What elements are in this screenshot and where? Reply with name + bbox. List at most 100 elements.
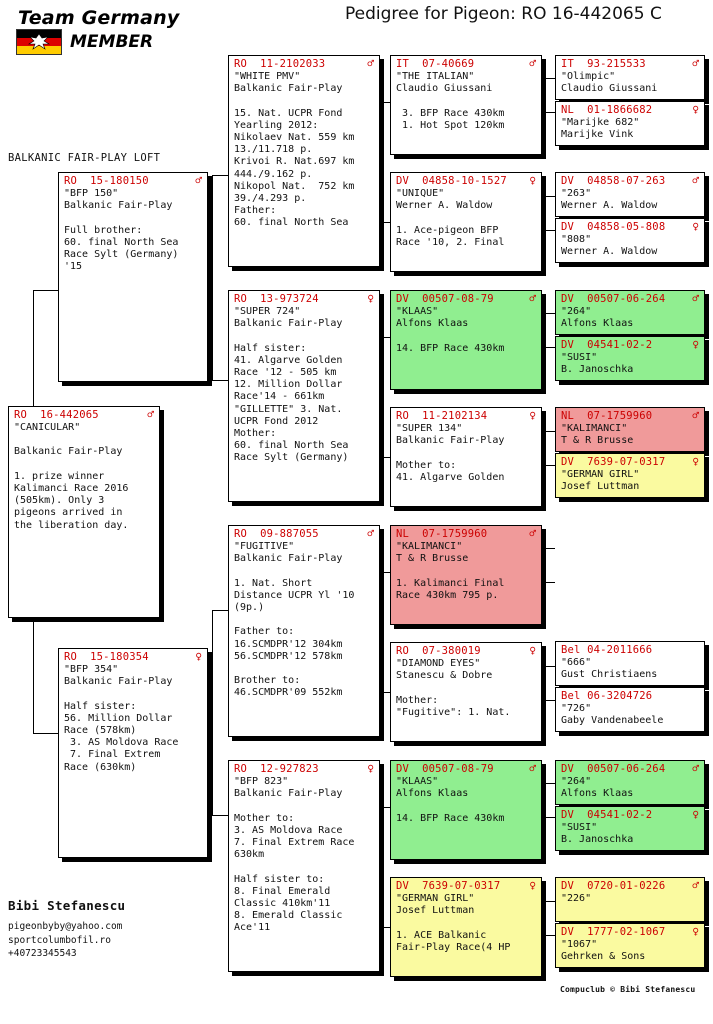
pigeon-details: "264" Alfons Klaas	[561, 306, 634, 330]
connector	[543, 548, 544, 582]
pedigree-box-ggp3[interactable]: DV 00507-08-79 ♂ "KLAAS" Alfons Klaas 14…	[390, 290, 542, 390]
team-germany-logo: Team Germany MEMBER	[10, 8, 270, 55]
eagle-icon	[27, 33, 51, 50]
german-flag-icon	[16, 29, 62, 55]
connector	[33, 290, 58, 291]
pigeon-id: IT 93-215533	[561, 58, 646, 70]
pigeon-id: RO 13-973724	[234, 293, 319, 305]
pedigree-box-gggp11[interactable]: DV 00507-06-264 ♂ "264" Alfons Klaas	[555, 760, 705, 805]
pigeon-details: "BFP 354" Balkanic Fair-Play Half sister…	[64, 664, 179, 773]
sex-symbol-female: ♀	[529, 409, 536, 422]
pedigree-box-gggp9[interactable]: Bel 04-2011666 "666" Gust Christiaens	[555, 641, 705, 686]
pigeon-id: DV 7639-07-0317	[396, 880, 501, 892]
pedigree-box-gggp6[interactable]: DV 04541-02-2 ♀ "SUSI" B. Janoschka	[555, 336, 705, 381]
pigeon-details: "726" Gaby Vandenabeele	[561, 703, 664, 727]
pedigree-box-subject[interactable]: RO 16-442065 ♂ "CANICULAR" Balkanic Fair…	[8, 406, 160, 618]
pigeon-id: DV 04858-05-808	[561, 221, 666, 233]
sex-symbol-male: ♂	[367, 527, 374, 540]
pigeon-id: Bel 04-2011666	[561, 644, 653, 656]
pedigree-box-gggp4[interactable]: DV 04858-05-808 ♀ "808" Werner A. Waldow	[555, 218, 705, 263]
pigeon-details: "GERMAN GIRL" Josef Luttman	[561, 469, 640, 493]
connector	[33, 733, 58, 734]
pedigree-box-gggp10[interactable]: Bel 06-3204726 "726" Gaby Vandenabeele	[555, 687, 705, 732]
sex-symbol-male: ♂	[692, 762, 699, 775]
connector	[543, 431, 555, 432]
pigeon-details: "KALIMANCI" T & R Brusse	[561, 423, 634, 447]
pedigree-box-gggp14[interactable]: DV 1777-02-1067 ♀ "1067" Gehrken & Sons	[555, 923, 705, 968]
sex-symbol-female: ♀	[195, 650, 202, 663]
pedigree-box-gggp7[interactable]: NL 07-1759960 ♂ "KALIMANCI" T & R Brusse	[555, 407, 705, 452]
pedigree-box-gggp12[interactable]: DV 04541-02-2 ♀ "SUSI" B. Janoschka	[555, 806, 705, 851]
pigeon-id: RO 16-442065	[14, 409, 99, 421]
pigeon-id: DV 0720-01-0226	[561, 880, 666, 892]
pedigree-box-sire[interactable]: RO 15-180150 ♂ "BFP 150" Balkanic Fair-P…	[58, 172, 208, 382]
pedigree-box-ggp7[interactable]: DV 00507-08-79 ♂ "KLAAS" Alfons Klaas 14…	[390, 760, 542, 860]
pigeon-details: "264" Alfons Klaas	[561, 776, 634, 800]
pedigree-box-dam[interactable]: RO 15-180354 ♀ "BFP 354" Balkanic Fair-P…	[58, 648, 208, 858]
pedigree-box-gp3[interactable]: RO 09-887055 ♂ "FUGITIVE" Balkanic Fair-…	[228, 525, 380, 737]
sex-symbol-male: ♂	[692, 409, 699, 422]
pedigree-box-gggp3[interactable]: DV 04858-07-263 ♂ "263" Werner A. Waldow	[555, 172, 705, 217]
logo-member-text: MEMBER	[70, 32, 154, 52]
pedigree-box-ggp6[interactable]: RO 07-380019 ♀ "DIAMOND EYES" Stanescu &…	[390, 642, 542, 742]
sex-symbol-female: ♀	[692, 455, 699, 468]
pedigree-box-gggp8[interactable]: DV 7639-07-0317 ♀ "GERMAN GIRL" Josef Lu…	[555, 453, 705, 498]
pigeon-details: "KALIMANCI" T & R Brusse 1. Kalimanci Fi…	[396, 541, 505, 601]
sex-symbol-female: ♀	[367, 292, 374, 305]
pigeon-details: "WHITE PMV" Balkanic Fair-Play 15. Nat. …	[234, 71, 355, 229]
pigeon-id: RO 12-927823	[234, 763, 319, 775]
pedigree-box-gggp2[interactable]: NL 01-1866682 ♀ "Marijke 682" Marijke Vi…	[555, 101, 705, 146]
connector	[543, 313, 544, 347]
pedigree-box-gp2[interactable]: RO 13-973724 ♀ "SUPER 724" Balkanic Fair…	[228, 290, 380, 502]
connector	[543, 431, 544, 465]
pedigree-box-gp1[interactable]: RO 11-2102033 ♂ "WHITE PMV" Balkanic Fai…	[228, 55, 380, 267]
pigeon-id: IT 07-40669	[396, 58, 475, 70]
pigeon-id: DV 1777-02-1067	[561, 926, 666, 938]
pedigree-box-ggp8[interactable]: DV 7639-07-0317 ♀ "GERMAN GIRL" Josef Lu…	[390, 877, 542, 977]
pigeon-details: "CANICULAR" Balkanic Fair-Play 1. prize …	[14, 422, 129, 531]
pedigree-box-ggp1[interactable]: IT 07-40669 ♂ "THE ITALIAN" Claudio Gius…	[390, 55, 542, 155]
sex-symbol-female: ♀	[692, 925, 699, 938]
pigeon-details: "DIAMOND EYES" Stanescu & Dobre Mother: …	[396, 658, 511, 718]
pedigree-box-ggp4[interactable]: RO 11-2102134 ♀ "SUPER 134" Balkanic Fai…	[390, 407, 542, 507]
pedigree-box-ggp5[interactable]: NL 07-1759960 ♂ "KALIMANCI" T & R Brusse…	[390, 525, 542, 625]
pedigree-box-gp4[interactable]: RO 12-927823 ♀ "BFP 823" Balkanic Fair-P…	[228, 760, 380, 972]
sex-symbol-male: ♂	[529, 57, 536, 70]
pigeon-details: "SUSI" B. Janoschka	[561, 352, 634, 376]
pedigree-box-ggp2[interactable]: DV 04858-10-1527 ♀ "UNIQUE" Werner A. Wa…	[390, 172, 542, 272]
pedigree-box-gggp1[interactable]: IT 93-215533 ♂ "Olimpic" Claudio Giussan…	[555, 55, 705, 100]
pigeon-details: "BFP 823" Balkanic Fair-Play Mother to: …	[234, 776, 355, 934]
sex-symbol-male: ♂	[529, 527, 536, 540]
pigeon-id: DV 00507-08-79	[396, 763, 494, 775]
pigeon-details: "666" Gust Christiaens	[561, 657, 658, 681]
connector	[212, 815, 228, 816]
pigeon-details: "226"	[561, 893, 592, 904]
pedigree-box-gggp5[interactable]: DV 00507-06-264 ♂ "264" Alfons Klaas	[555, 290, 705, 335]
sex-symbol-male: ♂	[147, 408, 154, 421]
pedigree-box-gggp13[interactable]: DV 0720-01-0226 ♂ "226"	[555, 877, 705, 922]
connector	[543, 783, 555, 784]
connector	[543, 700, 555, 701]
sex-symbol-female: ♀	[692, 338, 699, 351]
sex-symbol-male: ♂	[692, 292, 699, 305]
pigeon-details: "1067" Gehrken & Sons	[561, 939, 646, 963]
connector	[543, 582, 555, 583]
owner-name: Bibi Stefanescu	[8, 898, 126, 913]
sex-symbol-female: ♀	[367, 762, 374, 775]
connector	[212, 175, 228, 176]
pigeon-details: "263" Werner A. Waldow	[561, 188, 658, 212]
connector	[212, 175, 213, 380]
connector	[212, 610, 228, 611]
pigeon-id: RO 15-180354	[64, 651, 149, 663]
pigeon-id: RO 07-380019	[396, 645, 481, 657]
connector	[543, 666, 555, 667]
pigeon-id: RO 15-180150	[64, 175, 149, 187]
pigeon-id: DV 00507-06-264	[561, 293, 666, 305]
sex-symbol-male: ♂	[692, 879, 699, 892]
sex-symbol-female: ♀	[692, 103, 699, 116]
pigeon-details: "Marijke 682" Marijke Vink	[561, 117, 640, 141]
connector	[543, 112, 555, 113]
pigeon-details: "Olimpic" Claudio Giussani	[561, 71, 658, 95]
pigeon-details: "GERMAN GIRL" Josef Luttman 1. ACE Balka…	[396, 893, 511, 953]
connector	[543, 313, 555, 314]
